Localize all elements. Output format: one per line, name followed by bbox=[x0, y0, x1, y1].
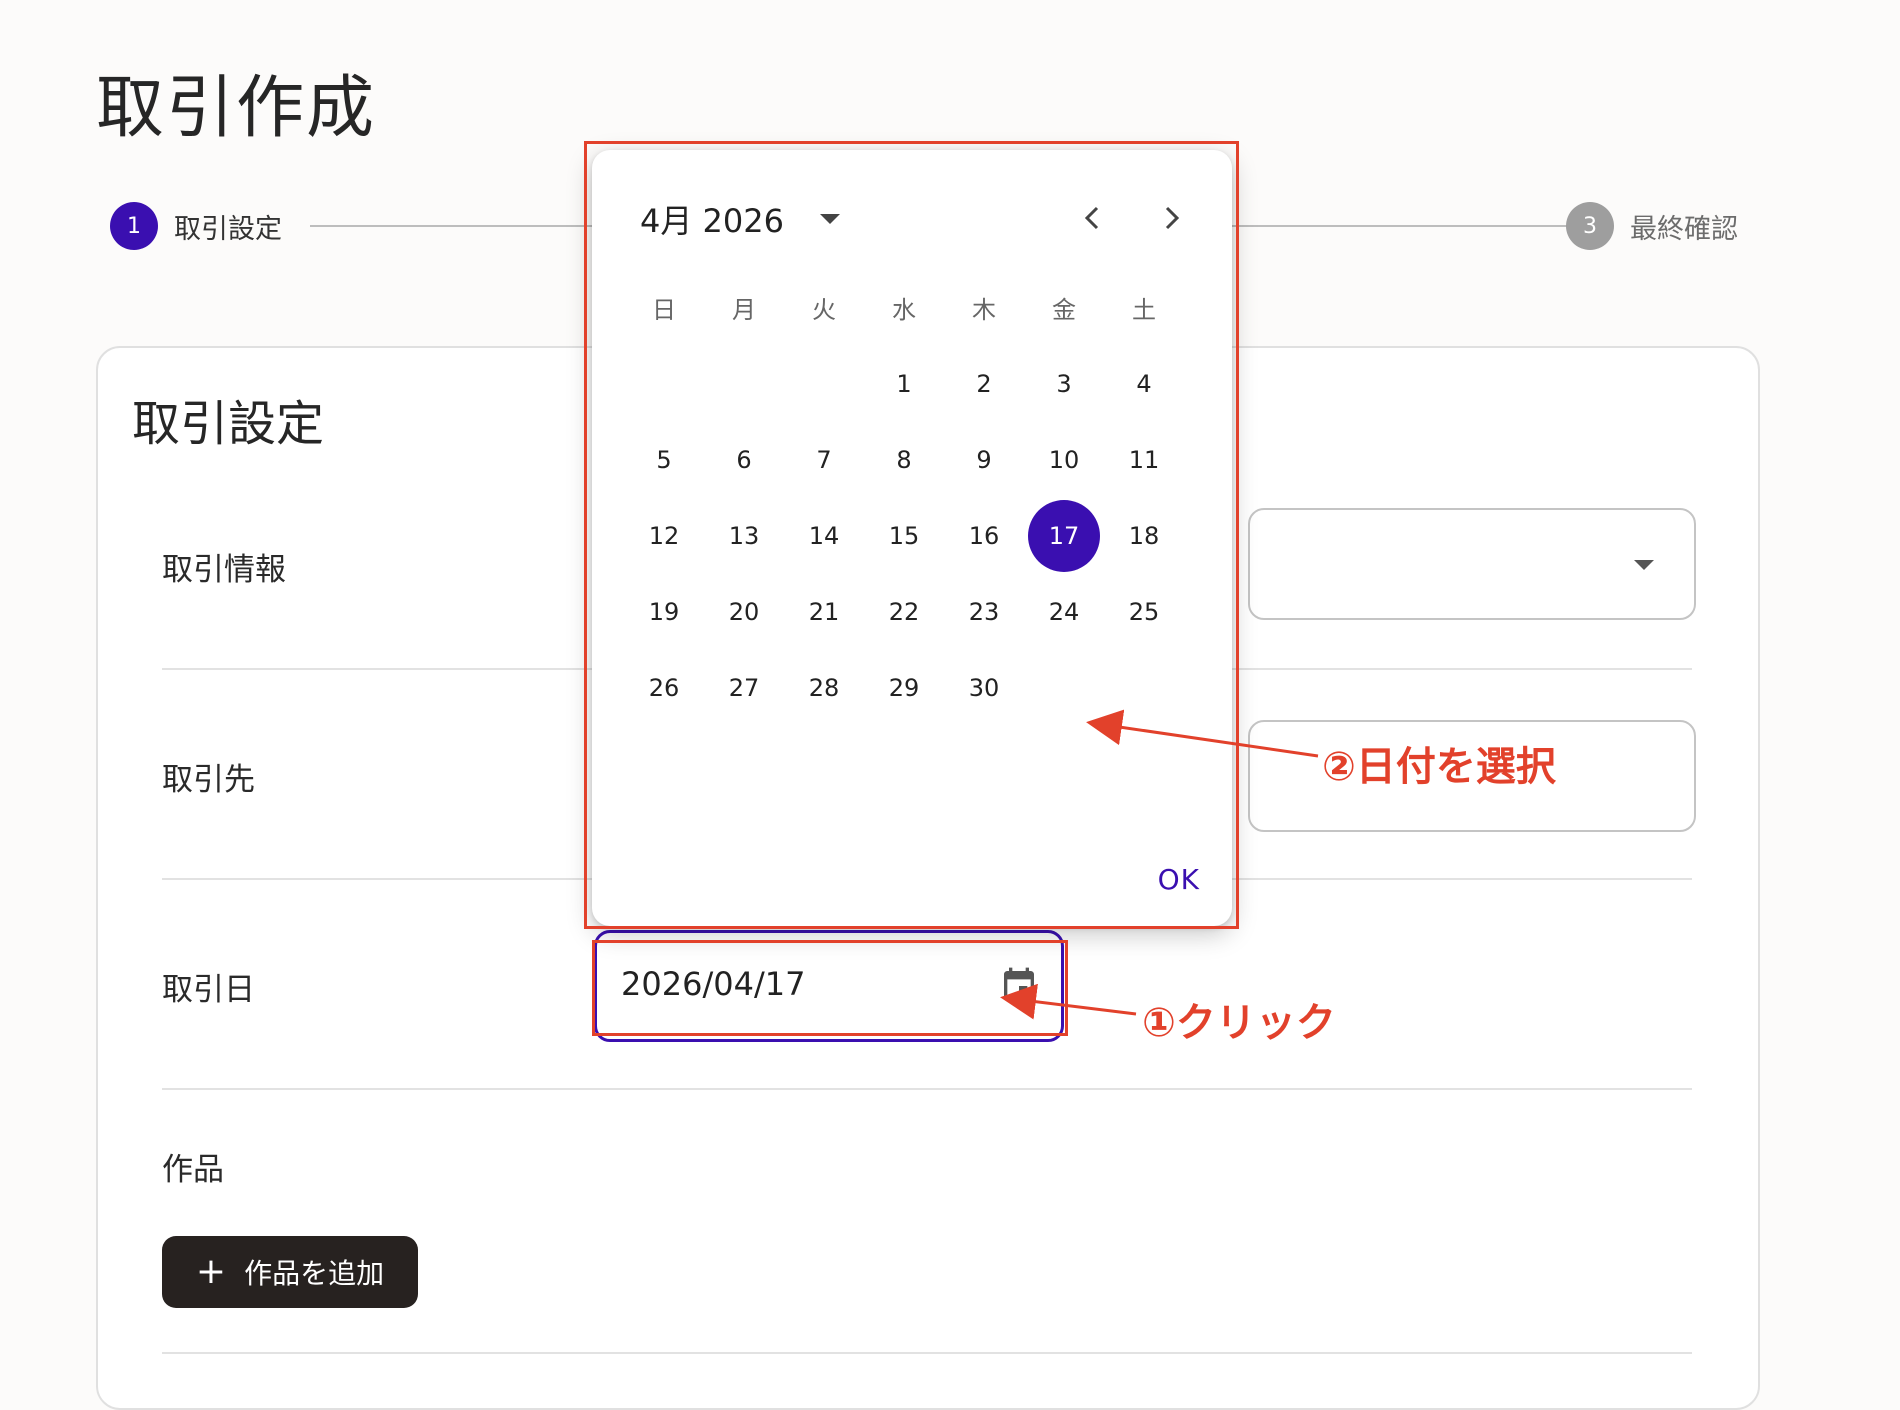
annotation-arrows bbox=[1000, 709, 1319, 1020]
arrow-to-day-grid bbox=[1086, 709, 1319, 758]
annotation-click: ①クリック bbox=[1142, 1000, 1336, 1046]
arrow-to-calendar-icon bbox=[1000, 983, 1137, 1020]
annotation-select-date: ②日付を選択 bbox=[1322, 744, 1556, 790]
